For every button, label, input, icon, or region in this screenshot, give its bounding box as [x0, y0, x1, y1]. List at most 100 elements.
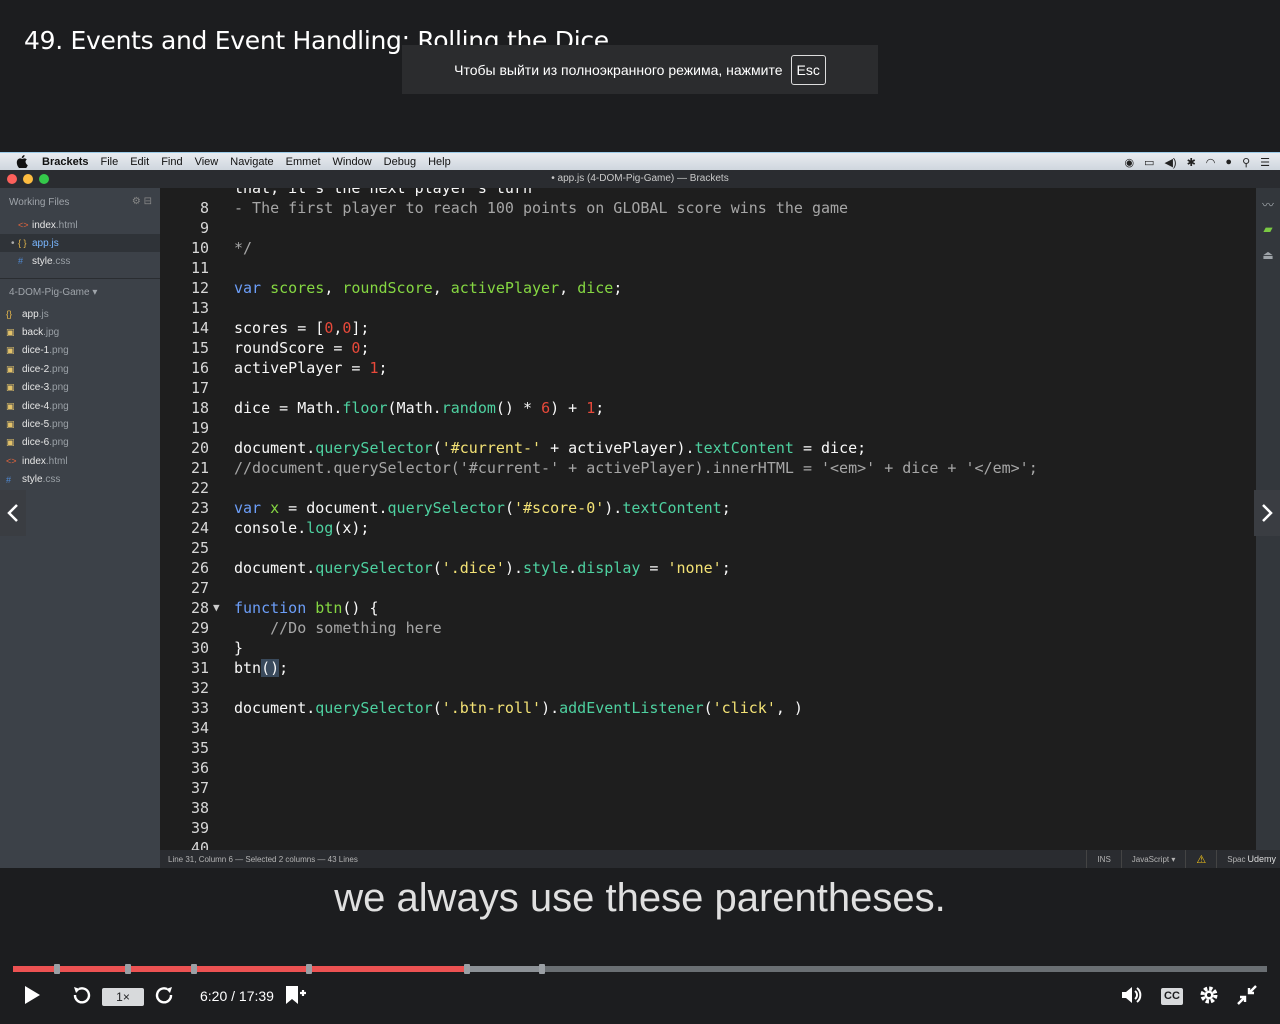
- line-number: 23: [190, 499, 209, 517]
- line-number: 35: [190, 739, 209, 757]
- menu-window[interactable]: Window: [333, 156, 372, 168]
- line-number: 10: [190, 239, 209, 257]
- warning-icon[interactable]: ⚠: [1185, 850, 1216, 868]
- file-type-icon: ▣: [6, 400, 15, 411]
- forward-button[interactable]: [154, 984, 176, 1013]
- display-icon[interactable]: ▭: [1144, 156, 1154, 169]
- code-line: 29 //Do something here: [160, 618, 1256, 638]
- menu-file[interactable]: File: [100, 156, 118, 168]
- code-line: 27: [160, 578, 1256, 598]
- menu-navigate[interactable]: Navigate: [230, 156, 273, 168]
- chapter-marker[interactable]: [539, 964, 546, 974]
- file-extension: .js: [38, 308, 49, 320]
- menu-debug[interactable]: Debug: [384, 156, 416, 168]
- extension-manager-icon[interactable]: ▰: [1256, 222, 1280, 240]
- working-file-item[interactable]: <> index .html: [0, 216, 160, 234]
- working-files-header: Working Files ⚙ ⊟: [0, 188, 160, 216]
- menu-brackets[interactable]: Brackets: [42, 156, 88, 168]
- project-file-item[interactable]: <> index .html: [0, 452, 160, 470]
- line-number: 33: [190, 699, 209, 717]
- project-file-item[interactable]: ▣ back .jpg: [0, 323, 160, 341]
- menu-find[interactable]: Find: [161, 156, 182, 168]
- project-file-item[interactable]: ▣ dice-6 .png: [0, 434, 160, 452]
- insert-mode[interactable]: INS: [1086, 850, 1120, 868]
- project-file-item[interactable]: ▣ dice-4 .png: [0, 397, 160, 415]
- project-dropdown[interactable]: 4-DOM-Pig-Game ▾: [0, 279, 160, 305]
- file-type-icon: #: [6, 474, 12, 485]
- indent-label: Spac: [1227, 854, 1246, 864]
- line-number: 25: [190, 539, 209, 557]
- play-icon: [25, 986, 40, 1004]
- file-type-icon: <>: [6, 456, 17, 467]
- brackets-window: • app.js (4-DOM-Pig-Game) — Brackets Wor…: [0, 170, 1280, 868]
- menu-edit[interactable]: Edit: [130, 156, 149, 168]
- menu-view[interactable]: View: [195, 156, 219, 168]
- split-view-icon[interactable]: ⊟: [144, 196, 152, 207]
- code-line: 12 var scores, roundScore, activePlayer, …: [160, 278, 1256, 298]
- project-file-item[interactable]: # style .css: [0, 471, 160, 489]
- line-number: 32: [190, 679, 209, 697]
- playback-speed-button[interactable]: 1×: [102, 988, 144, 1006]
- chapter-marker[interactable]: [53, 964, 60, 974]
- video-progress-bar[interactable]: [13, 964, 1267, 974]
- code-line: 21 //document.querySelector('#current-' +…: [160, 458, 1256, 478]
- rewind-button[interactable]: [70, 984, 92, 1013]
- spotlight-icon[interactable]: ⚲: [1242, 156, 1250, 169]
- chapter-marker[interactable]: [125, 964, 132, 974]
- working-file-item[interactable]: # style .css: [0, 252, 160, 270]
- screen-record-icon[interactable]: ◉: [1124, 156, 1134, 169]
- file-type-icon: ▣: [6, 419, 15, 430]
- user-icon[interactable]: ●: [1225, 156, 1232, 168]
- chapter-marker[interactable]: [463, 964, 470, 974]
- code-text: btn();: [234, 659, 289, 677]
- extensions-icon[interactable]: ⏏: [1256, 248, 1280, 266]
- line-number: 22: [190, 479, 209, 497]
- working-file-item[interactable]: •{ } app .js: [0, 234, 160, 252]
- previous-lecture-button[interactable]: [0, 490, 26, 536]
- code-text: //document.querySelector('#current-' + a…: [234, 459, 1038, 477]
- closed-captions-button[interactable]: CC: [1161, 988, 1183, 1005]
- project-file-item[interactable]: ▣ dice-5 .png: [0, 415, 160, 433]
- menu-help[interactable]: Help: [428, 156, 451, 168]
- volume-button[interactable]: [1120, 984, 1144, 1013]
- code-text: scores = [0,0];: [234, 319, 370, 337]
- code-text: function btn() {: [234, 599, 379, 617]
- chapter-marker[interactable]: [190, 964, 197, 974]
- gear-icon[interactable]: ⚙: [132, 196, 141, 207]
- bluetooth-icon[interactable]: ✱: [1187, 156, 1196, 169]
- exit-fullscreen-button[interactable]: [1236, 984, 1258, 1013]
- file-name: dice-2: [22, 363, 50, 375]
- line-number: 16: [190, 359, 209, 377]
- menu-emmet[interactable]: Emmet: [286, 156, 321, 168]
- indent-setting[interactable]: Spac Udemy: [1216, 850, 1280, 868]
- apple-icon[interactable]: [16, 154, 30, 169]
- project-file-item[interactable]: ▣ dice-3 .png: [0, 379, 160, 397]
- file-name: style: [22, 474, 43, 486]
- chapter-marker[interactable]: [305, 964, 312, 974]
- play-button[interactable]: [22, 984, 42, 1013]
- line-number: 37: [190, 779, 209, 797]
- code-line: 33 document.querySelector('.btn-roll').ad…: [160, 698, 1256, 718]
- bookmark-add-icon: [286, 986, 306, 1004]
- language-select[interactable]: JavaScript ▾: [1120, 850, 1186, 868]
- volume-icon[interactable]: ◀): [1164, 156, 1176, 169]
- project-file-item[interactable]: ▣ dice-2 .png: [0, 360, 160, 378]
- file-name: dice-5: [22, 419, 50, 431]
- fullscreen-exit-toast: Чтобы выйти из полноэкранного режима, на…: [402, 45, 878, 94]
- file-extension: .css: [52, 255, 71, 267]
- cursor-position: Line 31, Column 6 — Selected 2 columns —…: [168, 854, 358, 864]
- fold-arrow-icon[interactable]: ▼: [213, 598, 220, 618]
- code-text: }: [234, 639, 244, 657]
- code-editor[interactable]: that, it's the next player's turn 8 - The …: [160, 188, 1256, 850]
- notification-center-icon[interactable]: ☰: [1260, 156, 1270, 169]
- project-file-item[interactable]: ▣ dice-1 .png: [0, 342, 160, 360]
- add-bookmark-button[interactable]: [283, 984, 307, 1015]
- settings-button[interactable]: [1198, 984, 1220, 1013]
- live-preview-icon[interactable]: 〰: [1256, 196, 1280, 214]
- wifi-icon[interactable]: ◠: [1206, 156, 1216, 169]
- file-name: dice-6: [22, 437, 50, 449]
- toast-message: Чтобы выйти из полноэкранного режима, на…: [454, 61, 783, 78]
- next-lecture-button[interactable]: [1254, 490, 1280, 536]
- file-type-icon: {}: [6, 309, 13, 320]
- project-file-item[interactable]: {} app .js: [0, 305, 160, 323]
